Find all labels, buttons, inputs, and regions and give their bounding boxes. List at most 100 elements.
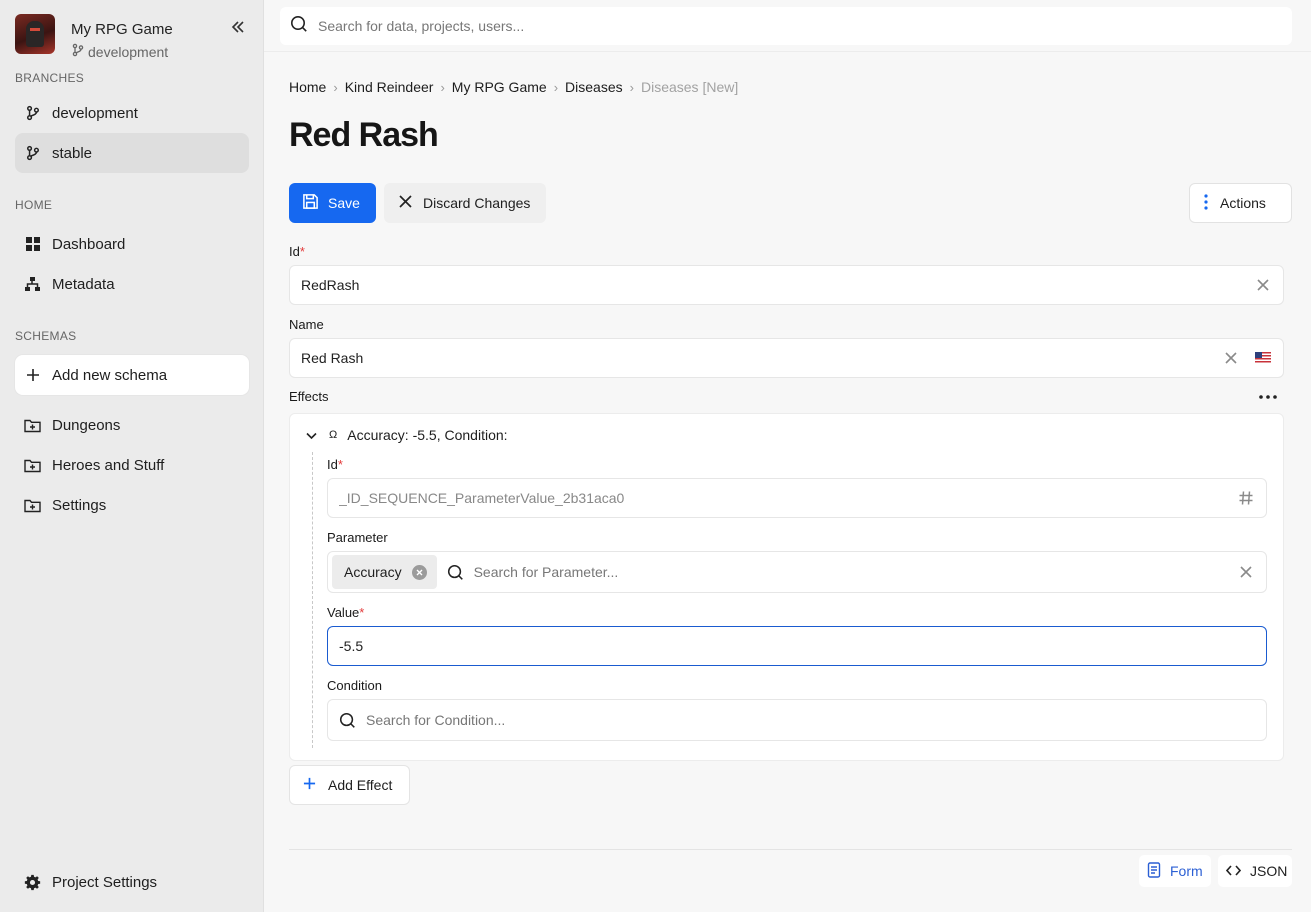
breadcrumb-home[interactable]: Home [289,79,326,95]
json-view-button[interactable]: JSON [1218,855,1292,887]
json-view-label: JSON [1250,863,1288,879]
code-brackets-icon [1225,863,1242,879]
effects-label: Effects [289,389,329,404]
chevron-right-icon: › [553,79,559,95]
folder-plus-icon [24,497,41,514]
form-view-button[interactable]: Form [1139,855,1211,887]
add-schema-label: Add new schema [52,366,168,384]
search-icon [290,15,308,38]
us-flag-icon[interactable] [1255,352,1271,364]
global-search[interactable] [280,7,1292,45]
collapse-sidebar-button[interactable] [227,16,249,38]
sidebar-item-branch-stable[interactable]: stable [15,133,249,173]
dashboard-icon [24,236,41,253]
form-view-label: Form [1170,863,1203,879]
tree-guide-line [312,452,313,748]
clear-icon[interactable] [1238,564,1254,580]
close-icon [399,195,412,211]
effect-summary: Accuracy: -5.5, Condition: [347,427,508,443]
value-label: Value* [327,605,365,620]
sidebar-item-metadata[interactable]: Metadata [15,264,249,304]
parameter-label: Parameter [327,530,388,545]
name-input[interactable] [301,350,1213,366]
footer-divider [289,849,1292,850]
id-input[interactable] [301,277,1245,293]
remove-chip-icon[interactable] [411,564,427,580]
sidebar-item-label: Metadata [52,275,115,293]
double-chevron-left-icon [231,21,244,33]
project-header[interactable]: My RPG Game development [15,14,249,60]
effect-item-header[interactable]: Ω Accuracy: -5.5, Condition: [306,427,508,443]
required-mark: * [359,605,365,620]
required-mark: * [299,244,305,259]
clear-icon[interactable] [1255,277,1271,293]
branches-section-label: BRANCHES [15,71,85,85]
discard-button-label: Discard Changes [423,195,531,211]
breadcrumb-organization[interactable]: Kind Reindeer [345,79,434,95]
schemas-section-label: SCHEMAS [15,329,77,343]
hierarchy-icon [24,276,41,293]
id-field[interactable] [289,265,1284,305]
effect-id-input[interactable] [339,490,1228,506]
sidebar-item-branch-development[interactable]: development [15,93,249,133]
plus-icon [303,777,316,793]
name-field[interactable] [289,338,1284,378]
global-search-input[interactable] [318,18,1292,34]
parameter-field[interactable]: Accuracy [327,551,1267,593]
value-field[interactable] [327,626,1267,666]
hash-icon [1238,490,1254,506]
project-settings-label: Project Settings [52,873,158,891]
branch-icon [24,105,41,122]
actions-button[interactable]: Actions [1189,183,1292,223]
discard-changes-button[interactable]: Discard Changes [384,183,546,223]
folder-plus-icon [24,457,41,474]
sidebar-item-label: Settings [52,496,107,514]
required-mark: * [337,457,343,472]
sidebar-item-label: Heroes and Stuff [52,456,165,474]
add-new-schema-button[interactable]: Add new schema [15,355,249,395]
effects-more-button[interactable] [1257,390,1279,404]
kebab-menu-icon [1204,193,1208,213]
condition-label: Condition [327,678,382,693]
branch-icon [71,43,85,60]
value-input[interactable] [339,638,1254,654]
add-effect-button[interactable]: Add Effect [289,765,410,805]
project-settings-button[interactable]: Project Settings [15,862,249,902]
parameter-search-input[interactable] [473,564,1228,580]
condition-search-input[interactable] [366,712,1254,728]
form-document-icon [1147,861,1161,881]
clear-icon[interactable] [1223,350,1239,366]
effect-id-field[interactable] [327,478,1267,518]
save-button[interactable]: Save [289,183,376,223]
parameter-chip-label: Accuracy [344,564,402,580]
home-section-label: HOME [15,198,53,212]
chevron-right-icon: › [440,79,445,95]
parameter-chip: Accuracy [332,555,437,589]
sidebar-item-dungeons[interactable]: Dungeons [15,405,249,445]
gear-icon [24,874,41,891]
breadcrumb-current: Diseases [New] [640,79,739,95]
project-logo [15,14,55,54]
breadcrumb-schema[interactable]: Diseases [565,79,623,95]
sidebar: My RPG Game development BRANCHES develop… [0,0,264,912]
more-horizontal-icon [1259,395,1277,399]
branch-icon [24,145,41,162]
chevron-down-icon[interactable] [306,427,317,443]
plus-icon [24,367,41,384]
condition-field[interactable] [327,699,1267,741]
sidebar-item-settings[interactable]: Settings [15,485,249,525]
folder-plus-icon [24,417,41,434]
breadcrumb: Home › Kind Reindeer › My RPG Game › Dis… [289,79,738,95]
page-title: Red Rash [289,116,439,154]
sidebar-item-dashboard[interactable]: Dashboard [15,224,249,264]
omega-icon: Ω [329,429,338,441]
project-name: My RPG Game [71,21,173,38]
header-divider [264,51,1311,52]
save-button-label: Save [328,195,360,211]
project-branch: development [71,43,168,60]
breadcrumb-project[interactable]: My RPG Game [452,79,547,95]
sidebar-item-heroes-and-stuff[interactable]: Heroes and Stuff [15,445,249,485]
chevron-right-icon: › [629,79,634,95]
search-icon [447,564,464,581]
actions-button-label: Actions [1220,195,1266,211]
